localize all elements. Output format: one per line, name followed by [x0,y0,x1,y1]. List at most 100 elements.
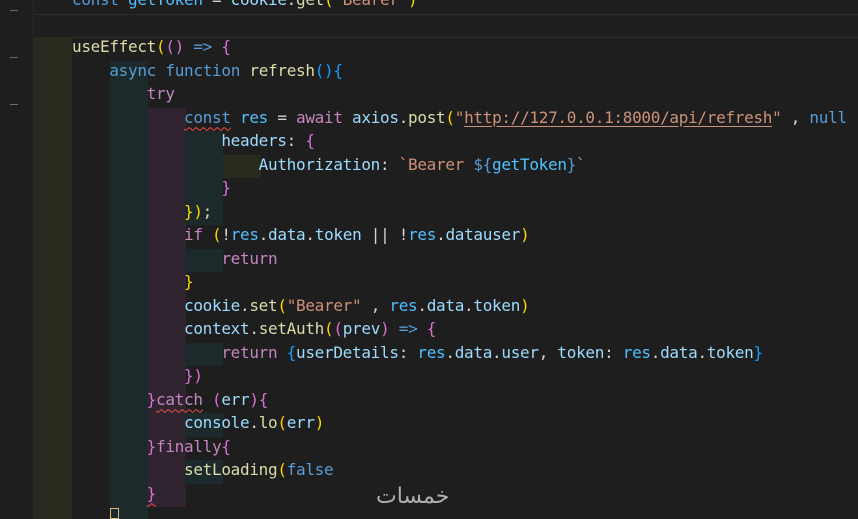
code-token: ( [277,295,287,315]
code-token: ) [249,389,259,409]
code-line[interactable]: async function refresh(){ [72,59,343,82]
code-token: { [286,342,297,362]
code-token: catch [156,389,203,409]
code-line[interactable]: }); [72,200,212,223]
code-token: } [146,483,157,503]
code-line[interactable]: setLoading(false [72,458,334,481]
code-token: } [566,154,577,174]
code-token: cookie [231,0,287,9]
code-token: token [706,342,754,362]
code-token: await [296,107,343,127]
code-token: }) [184,366,203,385]
code-line[interactable]: } [72,270,194,293]
code-token: } [184,272,194,291]
code-token: . [464,295,474,315]
code-line[interactable]: }finally{ [72,435,231,458]
code-token: , [781,107,810,127]
code-token: ( [324,319,334,338]
code-token: token [557,342,605,362]
code-token: datauser [445,225,521,244]
code-line[interactable]: } [72,482,157,505]
fold-marker [10,10,18,11]
code-editor[interactable]: const getToken = cookie.get('Bearer') use… [0,0,858,519]
code-token: post [408,107,446,127]
code-token: . [249,319,259,338]
code-token: useEffect [72,37,156,56]
code-token: finally [156,436,222,456]
code-token: cookie [184,295,240,315]
code-token: . [417,295,427,315]
code-line[interactable]: const getToken = cookie.get('Bearer') [72,0,418,11]
code-line[interactable]: if (!res.data.token || !res.datauser) [72,223,530,246]
code-token: res [240,107,269,127]
code-token: data [268,225,306,244]
code-line[interactable]: } [72,176,231,199]
code-token: user [501,342,539,362]
code-token: => [398,319,418,338]
indent-guide [34,37,72,519]
watermark-logo: خمسات [376,484,450,509]
code-line[interactable]: }) [72,364,203,387]
code-token: null [809,107,847,127]
code-token: ( [156,37,166,56]
code-token: " [454,107,465,127]
code-token: ) [314,413,325,432]
code-token: ! [398,225,409,244]
code-token: refresh [249,60,315,80]
code-line[interactable]: useEffect(() => { [72,35,231,58]
code-token: set [249,295,278,315]
code-token: ) [380,319,390,338]
code-token: = [203,0,231,9]
code-token: ( [212,389,222,409]
code-line[interactable]: context.setAuth((prev) => { [72,317,436,340]
code-token: . [240,295,250,315]
code-token: " [772,107,782,127]
line-gutter[interactable] [0,0,34,519]
code-token: token [314,225,362,244]
code-token: http://127.0.0.1:8000/api/refresh [464,107,773,127]
code-token: ) [408,0,418,9]
code-token: { [426,319,437,338]
code-token: : [398,342,418,362]
code-token: headers [221,131,287,150]
code-token: : [286,131,306,150]
code-token: { [333,60,343,80]
code-line[interactable]: const res = await axios.post("http://127… [72,106,847,129]
code-token: { [258,389,269,409]
code-line[interactable]: return [72,247,277,270]
code-line[interactable]: cookie.set("Bearer" , res.data.token) [72,294,530,317]
code-line[interactable]: console.lo(err) [72,411,324,434]
code-token: } [221,178,231,197]
code-token: res [408,225,437,244]
code-token: function [165,60,241,80]
code-token: . [258,225,269,244]
code-token: { [221,37,231,56]
code-token: if [184,225,203,244]
code-line[interactable]: Authorization: `Bearer ${getToken}` [72,153,586,176]
code-token: const [72,0,128,9]
code-line[interactable]: }catch (err){ [72,388,269,411]
code-token: res [622,342,651,362]
code-token: . [650,342,661,362]
code-token: `Bearer [398,154,474,174]
code-token: ( [212,225,222,244]
code-line[interactable]: headers: { [72,129,315,152]
code-token: res [389,295,418,315]
code-line[interactable]: try [72,82,175,105]
code-line[interactable]: return {userDetails: res.data.user, toke… [72,341,763,364]
code-token: : [380,154,399,174]
